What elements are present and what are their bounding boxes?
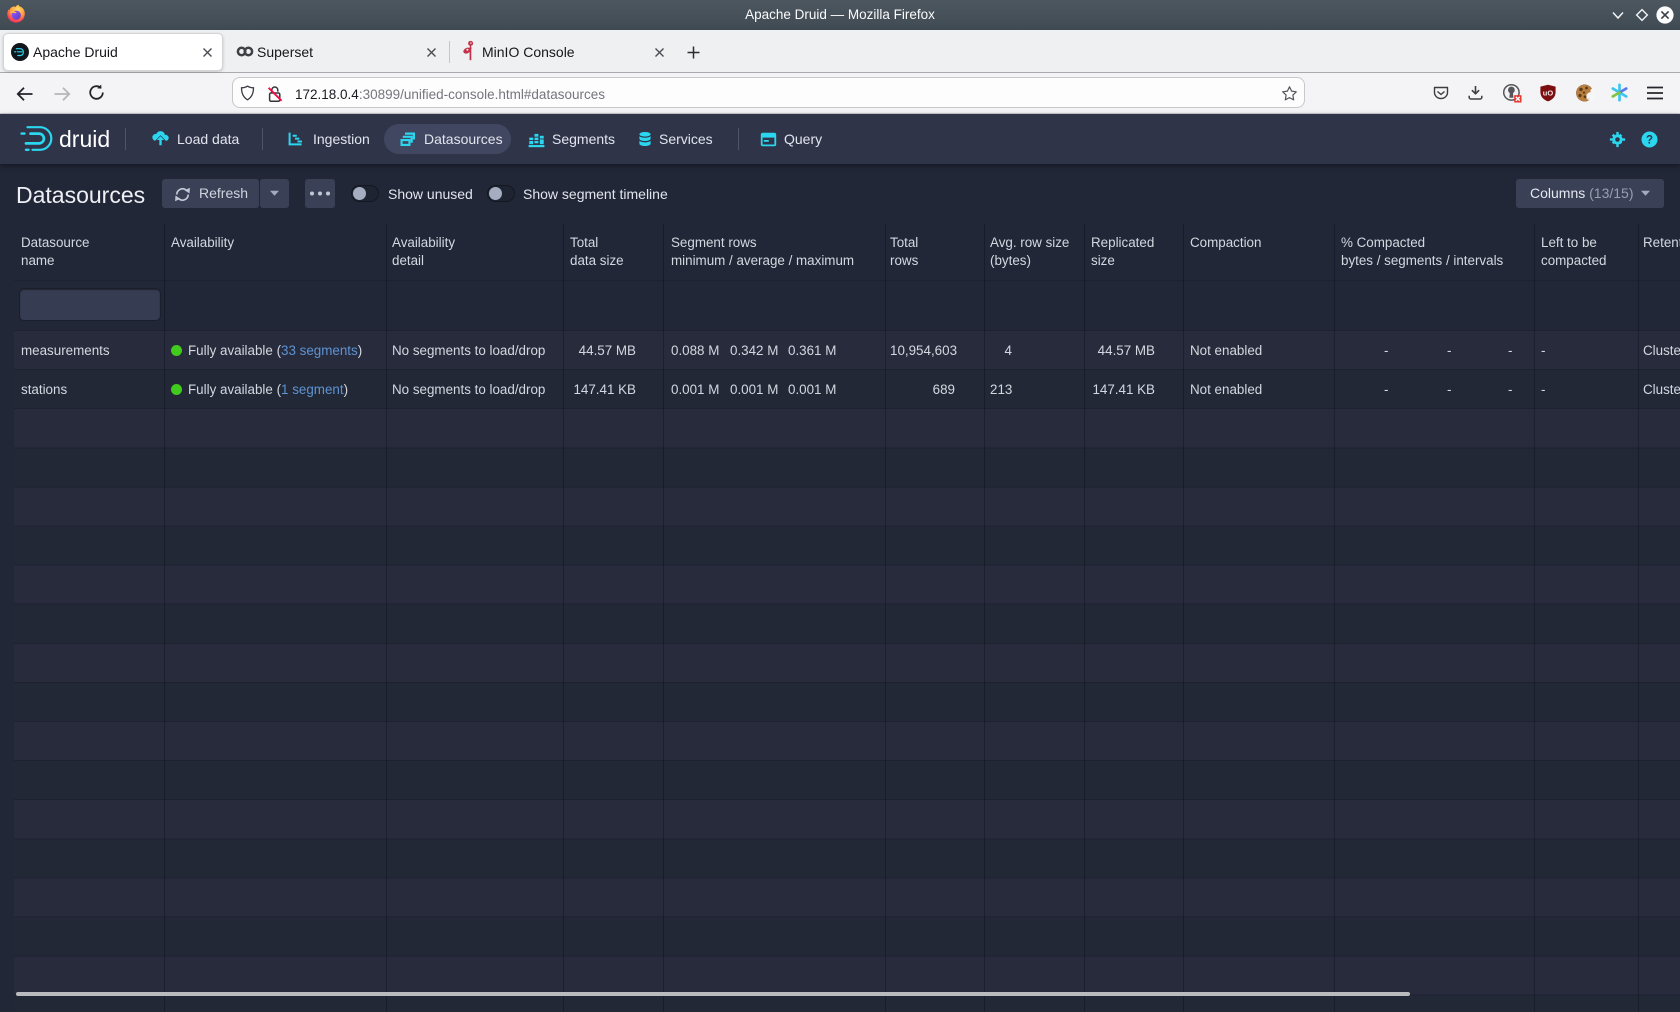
- svg-text:?: ?: [1646, 134, 1653, 146]
- svg-text:uO: uO: [1543, 89, 1554, 98]
